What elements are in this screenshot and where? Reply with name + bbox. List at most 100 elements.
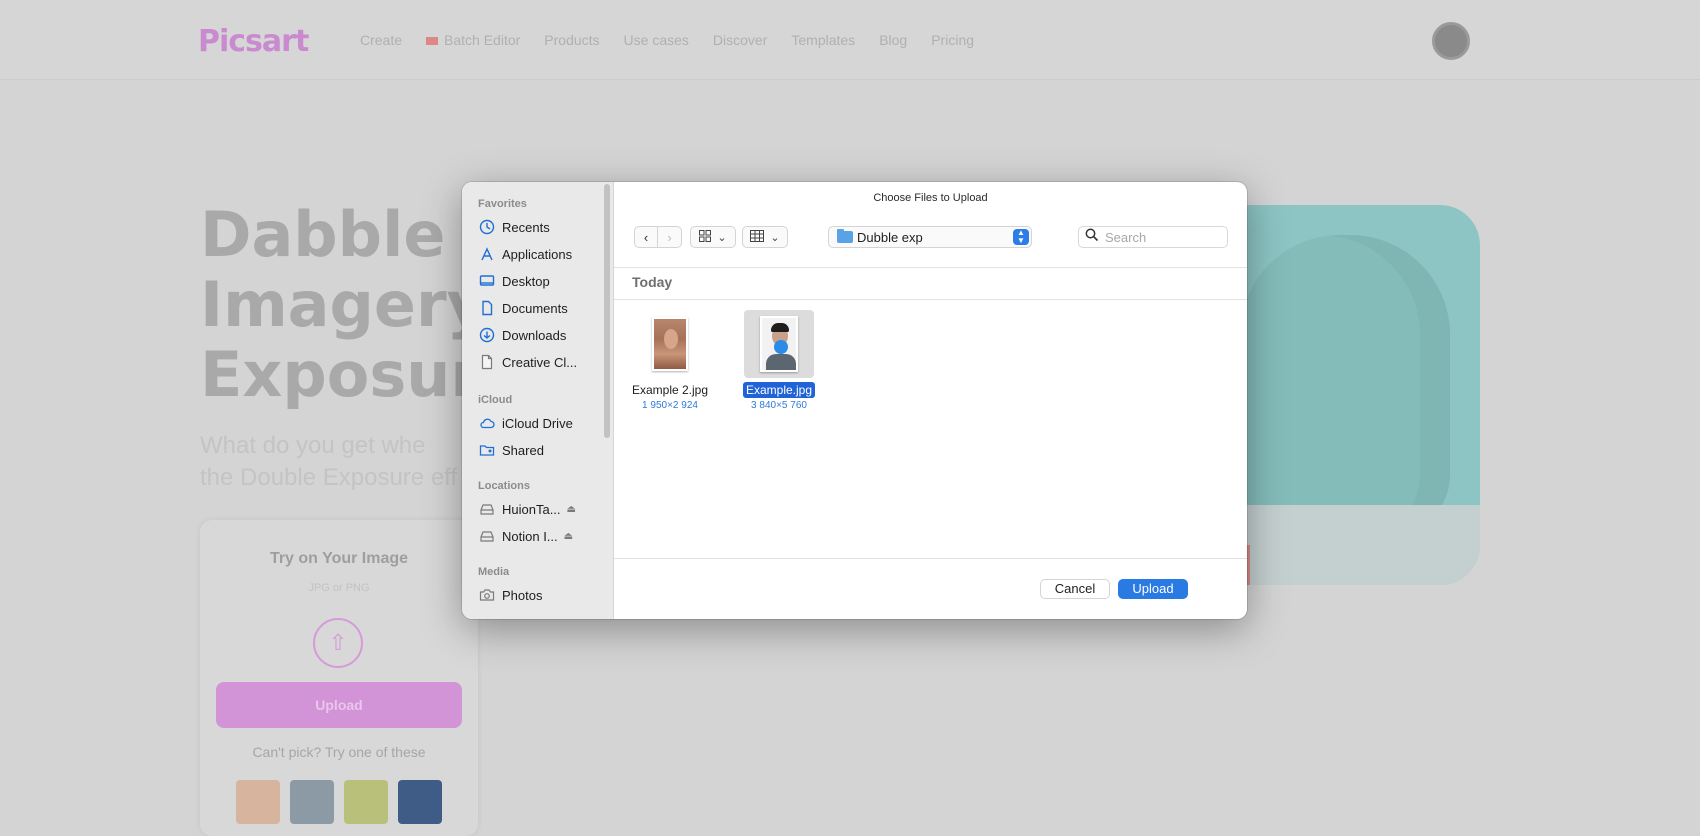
upload-cloud-icon: ⇧ [313, 618, 363, 668]
chevron-right-icon: › [667, 229, 672, 245]
file-name: Example.jpg [742, 382, 816, 398]
sidebar-item-huion[interactable]: HuionTa... ⏏ [478, 497, 576, 521]
sidebar-item-creative-cloud[interactable]: Creative Cl... [478, 350, 577, 374]
hero-image-head [1240, 235, 1450, 535]
avatar [1432, 22, 1470, 60]
sidebar-item-downloads[interactable]: Downloads [478, 323, 566, 347]
file-item-example[interactable]: Example.jpg 3 840×5 760 [734, 310, 824, 411]
sidebar-item-icloud-drive[interactable]: iCloud Drive [478, 411, 573, 435]
nav-link-blog: Blog [879, 32, 908, 48]
photo-thumbnail [652, 317, 688, 371]
current-folder-name: Dubble exp [857, 229, 923, 245]
file-item-example-2[interactable]: Example 2.jpg 1 950×2 924 [625, 310, 715, 411]
sidebar-item-label: Shared [502, 442, 544, 458]
back-button[interactable]: ‹ [634, 226, 658, 248]
file-thumbnail [744, 310, 814, 378]
upload-button[interactable]: Upload [1118, 579, 1188, 599]
forward-button[interactable]: › [658, 226, 682, 248]
sample-thumbnail [398, 780, 442, 824]
nav-link-discover: Discover [712, 32, 768, 48]
sample-thumbnail [344, 780, 388, 824]
sidebar-item-label: Photos [502, 587, 543, 603]
cancel-button[interactable]: Cancel [1040, 579, 1110, 599]
sidebar-item-applications[interactable]: Applications [478, 242, 572, 266]
footer-divider [614, 558, 1247, 559]
sample-thumbnails [236, 780, 442, 824]
dialog-title: Choose Files to Upload [873, 192, 988, 204]
applications-icon [478, 245, 496, 263]
sidebar-item-label: Applications [502, 246, 573, 262]
try-card-cant-pick: Can't pick? Try one of these [252, 744, 426, 760]
grid-icon [699, 229, 712, 245]
file-icon [478, 353, 496, 371]
icon-view-button[interactable]: ⌄ [690, 226, 736, 248]
group-grid-icon [750, 229, 765, 245]
clock-icon [478, 218, 496, 236]
nav-link-batch-editor-label: Batch Editor [444, 32, 521, 48]
try-card-format: JPG or PNG [308, 582, 370, 594]
document-icon [478, 299, 496, 317]
sidebar-item-label: Downloads [502, 327, 567, 343]
chevron-left-icon: ‹ [643, 229, 649, 245]
sidebar-item-photos[interactable]: Photos [478, 583, 542, 607]
try-on-image-card: Try on Your Image JPG or PNG ⇧ Upload Ca… [200, 520, 478, 836]
sidebar-item-label: Notion I... [502, 528, 558, 544]
sample-thumbnail [236, 780, 280, 824]
sidebar-item-label: Desktop [502, 273, 550, 289]
hero-subtitle-line: What do you get whe [200, 432, 426, 459]
sidebar-item-label: Recents [502, 219, 550, 235]
stepper-arrows-icon: ▲ ▼ [1013, 229, 1029, 245]
file-dimensions: 3 840×5 760 [751, 400, 807, 411]
sidebar-section-favorites: Favorites [478, 198, 527, 210]
group-view-button[interactable]: ⌄ [742, 226, 788, 248]
sidebar-item-label: Documents [502, 300, 568, 316]
sidebar-item-recents[interactable]: Recents [478, 215, 550, 239]
nav-link-products: Products [544, 32, 600, 48]
sidebar-item-label: Creative Cl... [502, 354, 578, 370]
dialog-sidebar: Favorites Recents Applications Desktop D… [462, 182, 614, 619]
sidebar-section-media: Media [478, 566, 510, 578]
try-card-upload-button: Upload [216, 682, 462, 728]
search-field[interactable] [1078, 226, 1228, 248]
sidebar-section-locations: Locations [478, 480, 530, 492]
sample-thumbnail [290, 780, 334, 824]
sidebar-item-notion[interactable]: Notion I... ⏏ [478, 524, 573, 548]
folder-path-select[interactable]: Dubble exp ▲ ▼ [828, 226, 1032, 248]
hero-subtitle: What do you get whe the Double Exposure … [200, 430, 457, 494]
file-chooser-dialog: Favorites Recents Applications Desktop D… [462, 182, 1247, 619]
sidebar-item-documents[interactable]: Documents [478, 296, 568, 320]
sidebar-item-label: HuionTa... [502, 501, 561, 517]
desktop-icon [478, 272, 496, 290]
eject-icon[interactable]: ⏏ [567, 504, 576, 515]
sidebar-item-label: iCloud Drive [502, 415, 573, 431]
group-divider [614, 299, 1247, 300]
file-thumbnail [635, 310, 705, 378]
nav-link-create: Create [360, 32, 403, 48]
sidebar-section-icloud: iCloud [478, 394, 513, 406]
sidebar-scrollbar[interactable] [604, 184, 610, 438]
shared-folder-icon [478, 441, 496, 459]
sidebar-item-desktop[interactable]: Desktop [478, 269, 550, 293]
download-icon [478, 326, 496, 344]
photo-body [766, 354, 796, 370]
file-name: Example 2.jpg [631, 383, 709, 397]
batch-editor-icon [426, 37, 439, 46]
search-icon [1079, 228, 1105, 247]
photo-hair [771, 323, 789, 332]
eject-icon[interactable]: ⏏ [564, 531, 573, 542]
folder-icon [837, 229, 853, 243]
chevron-down-icon: ⌄ [770, 231, 780, 244]
search-input[interactable] [1105, 229, 1215, 245]
drive-icon [478, 500, 496, 518]
nav-link-batch-editor: Batch Editor [426, 32, 520, 48]
photo-thumbnail [760, 316, 798, 372]
group-label-today: Today [632, 274, 673, 290]
chevron-down-icon: ⌄ [717, 231, 727, 244]
sidebar-item-shared[interactable]: Shared [478, 438, 544, 462]
nav-link-templates: Templates [791, 32, 856, 48]
file-dimensions: 1 950×2 924 [642, 400, 698, 411]
drive-icon [478, 527, 496, 545]
navigation-buttons: ‹ › [634, 226, 682, 248]
nav-links: Create Batch Editor Products Use cases D… [360, 32, 974, 48]
picsart-logo: Picsart [198, 24, 309, 59]
